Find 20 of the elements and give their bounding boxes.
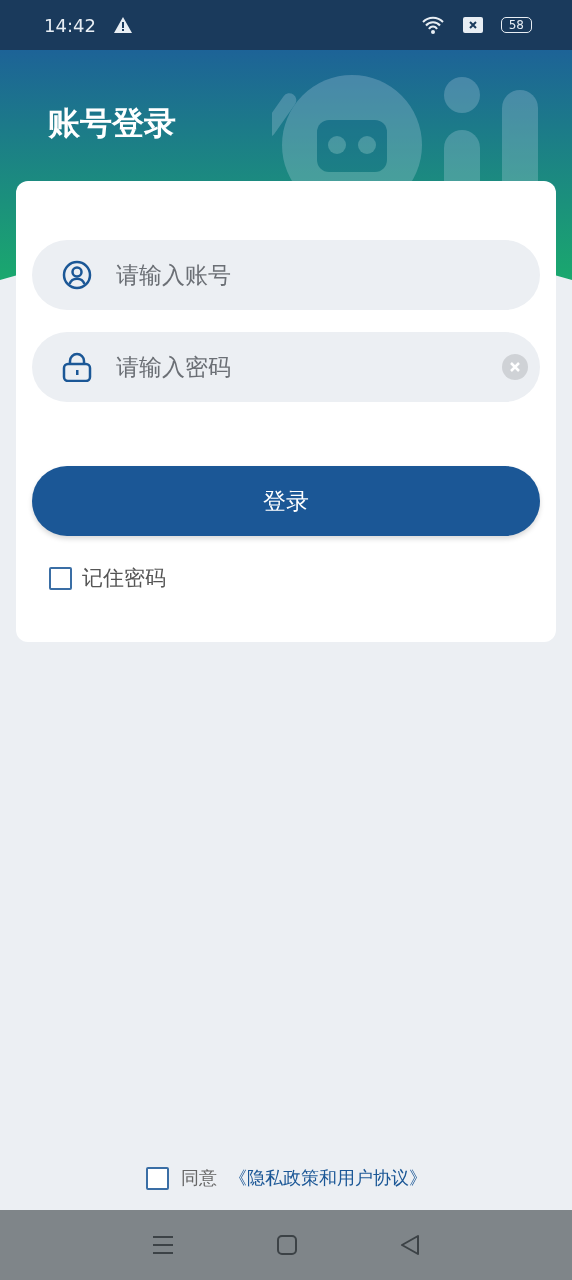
battery-indicator: 58 bbox=[500, 17, 532, 33]
remember-label: 记住密码 bbox=[82, 565, 166, 592]
lock-icon bbox=[62, 352, 92, 382]
close-icon bbox=[462, 17, 483, 33]
home-icon[interactable] bbox=[277, 1235, 297, 1255]
user-icon bbox=[62, 260, 92, 290]
warning-icon bbox=[113, 17, 132, 33]
menu-icon[interactable] bbox=[151, 1235, 174, 1255]
password-field[interactable]: 请输入密码 bbox=[32, 332, 540, 402]
account-field[interactable]: 请输入账号 bbox=[32, 240, 540, 310]
checkbox[interactable] bbox=[49, 566, 72, 590]
login-button[interactable]: 登录 bbox=[32, 466, 540, 536]
agree-label: 同意 bbox=[180, 1166, 217, 1190]
policy-link[interactable]: 《隐私政策和用户协议》 bbox=[228, 1166, 427, 1190]
back-icon[interactable] bbox=[400, 1235, 421, 1255]
page-title: 账号登录 bbox=[48, 103, 176, 142]
wifi-icon bbox=[420, 16, 445, 34]
checkbox[interactable] bbox=[145, 1166, 169, 1190]
clock: 14:42 bbox=[44, 14, 96, 36]
clear-icon[interactable] bbox=[502, 354, 528, 380]
